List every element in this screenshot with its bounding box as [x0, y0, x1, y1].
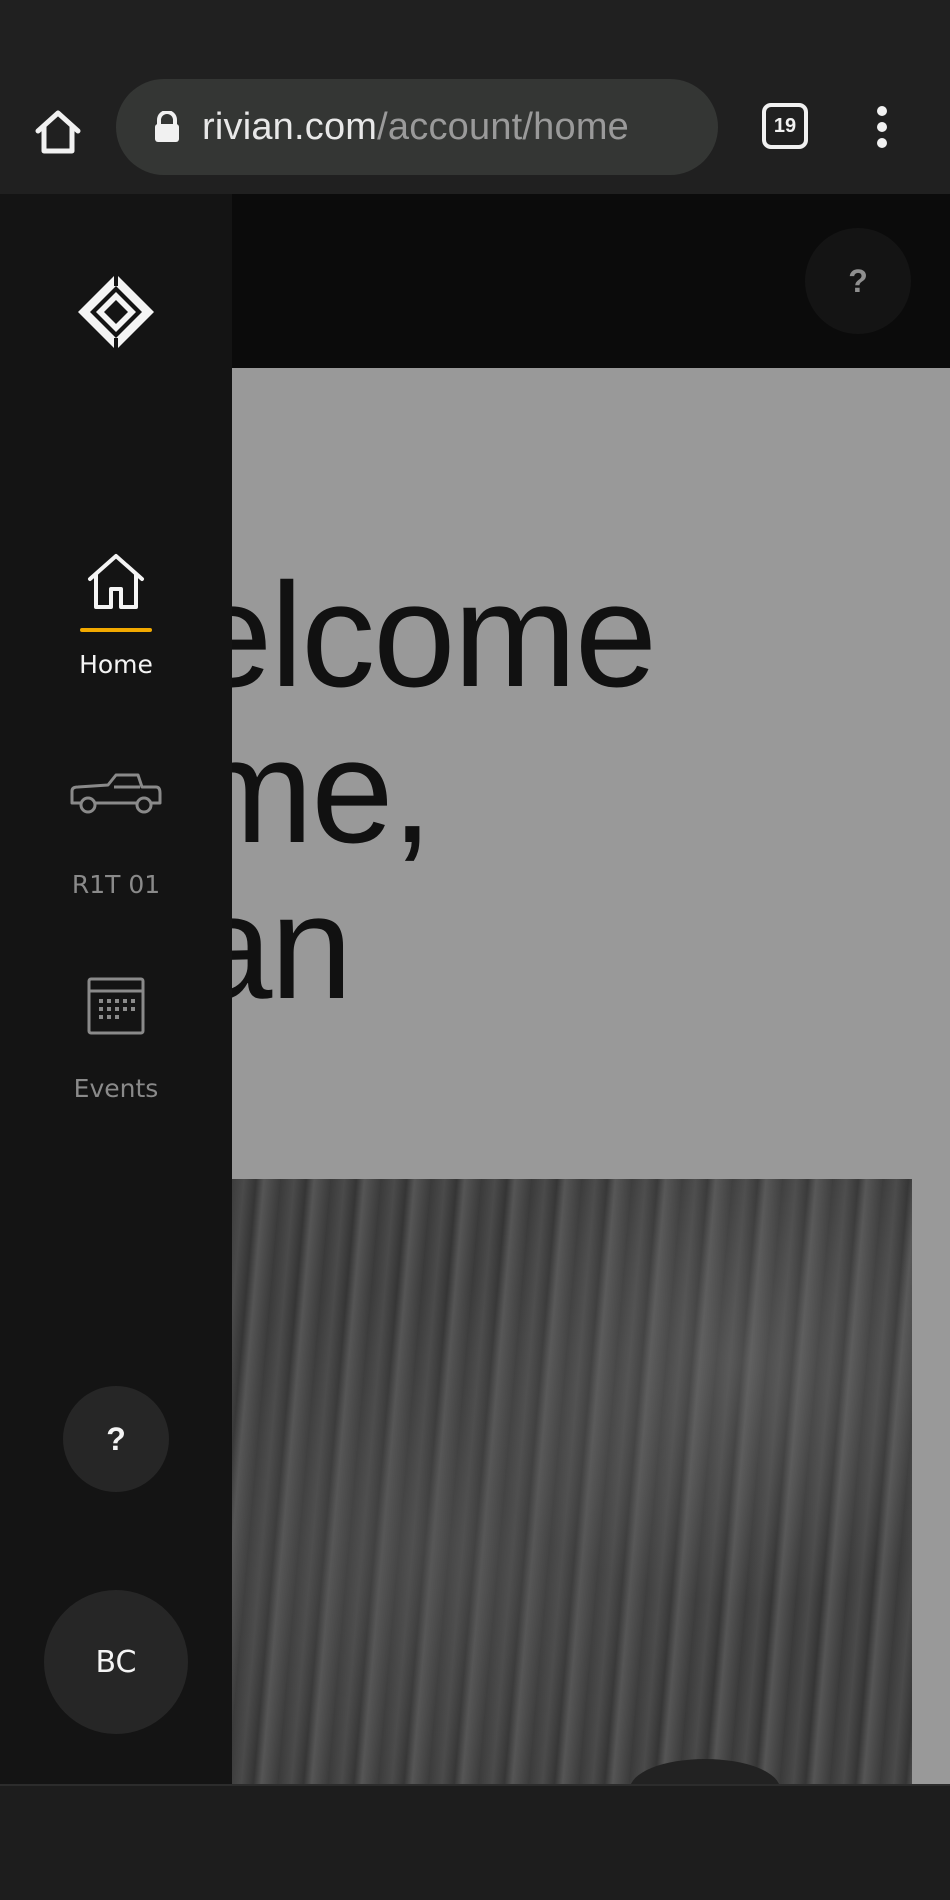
- hero-image: [230, 1179, 912, 1784]
- header-help-button[interactable]: ?: [805, 228, 911, 334]
- sidebar-drawer: Home R1T 01 Events ? BC: [0, 194, 232, 1784]
- sidebar-item-events[interactable]: Events: [0, 970, 232, 1103]
- sidebar-help-button[interactable]: ?: [63, 1386, 169, 1492]
- help-icon: ?: [106, 1420, 126, 1457]
- more-vert-icon: [877, 106, 887, 116]
- home-icon: [35, 110, 81, 154]
- welcome-heading: elcome me, an: [190, 553, 657, 1030]
- system-navigation-bar: [0, 1784, 950, 1900]
- tab-switcher-button[interactable]: 19: [762, 103, 808, 149]
- sidebar-item-vehicle[interactable]: R1T 01: [0, 758, 232, 899]
- url-text: rivian.com/account/home: [202, 103, 629, 151]
- sidebar-item-label: Home: [79, 650, 153, 679]
- url-host: rivian.com: [202, 106, 378, 148]
- address-bar[interactable]: rivian.com/account/home: [116, 79, 718, 175]
- sidebar-item-home[interactable]: Home: [0, 546, 232, 679]
- avatar[interactable]: BC: [44, 1590, 188, 1734]
- calendar-icon: [87, 977, 145, 1035]
- url-path: /account/home: [377, 106, 630, 148]
- truck-icon: [70, 773, 162, 814]
- active-indicator: [80, 628, 152, 632]
- sidebar-item-label: R1T 01: [71, 870, 161, 899]
- browser-toolbar: rivian.com/account/home 19: [0, 78, 950, 194]
- status-bar: [0, 0, 950, 78]
- home-icon: [88, 554, 144, 609]
- tab-count: 19: [773, 114, 797, 137]
- avatar-initials: BC: [95, 1644, 137, 1680]
- browser-menu-button[interactable]: [862, 102, 902, 152]
- rivian-logo-icon[interactable]: [76, 272, 156, 352]
- help-icon: ?: [848, 262, 868, 299]
- lock-icon: [155, 111, 179, 142]
- sidebar-item-label: Events: [73, 1074, 159, 1103]
- browser-home-button[interactable]: [30, 104, 86, 160]
